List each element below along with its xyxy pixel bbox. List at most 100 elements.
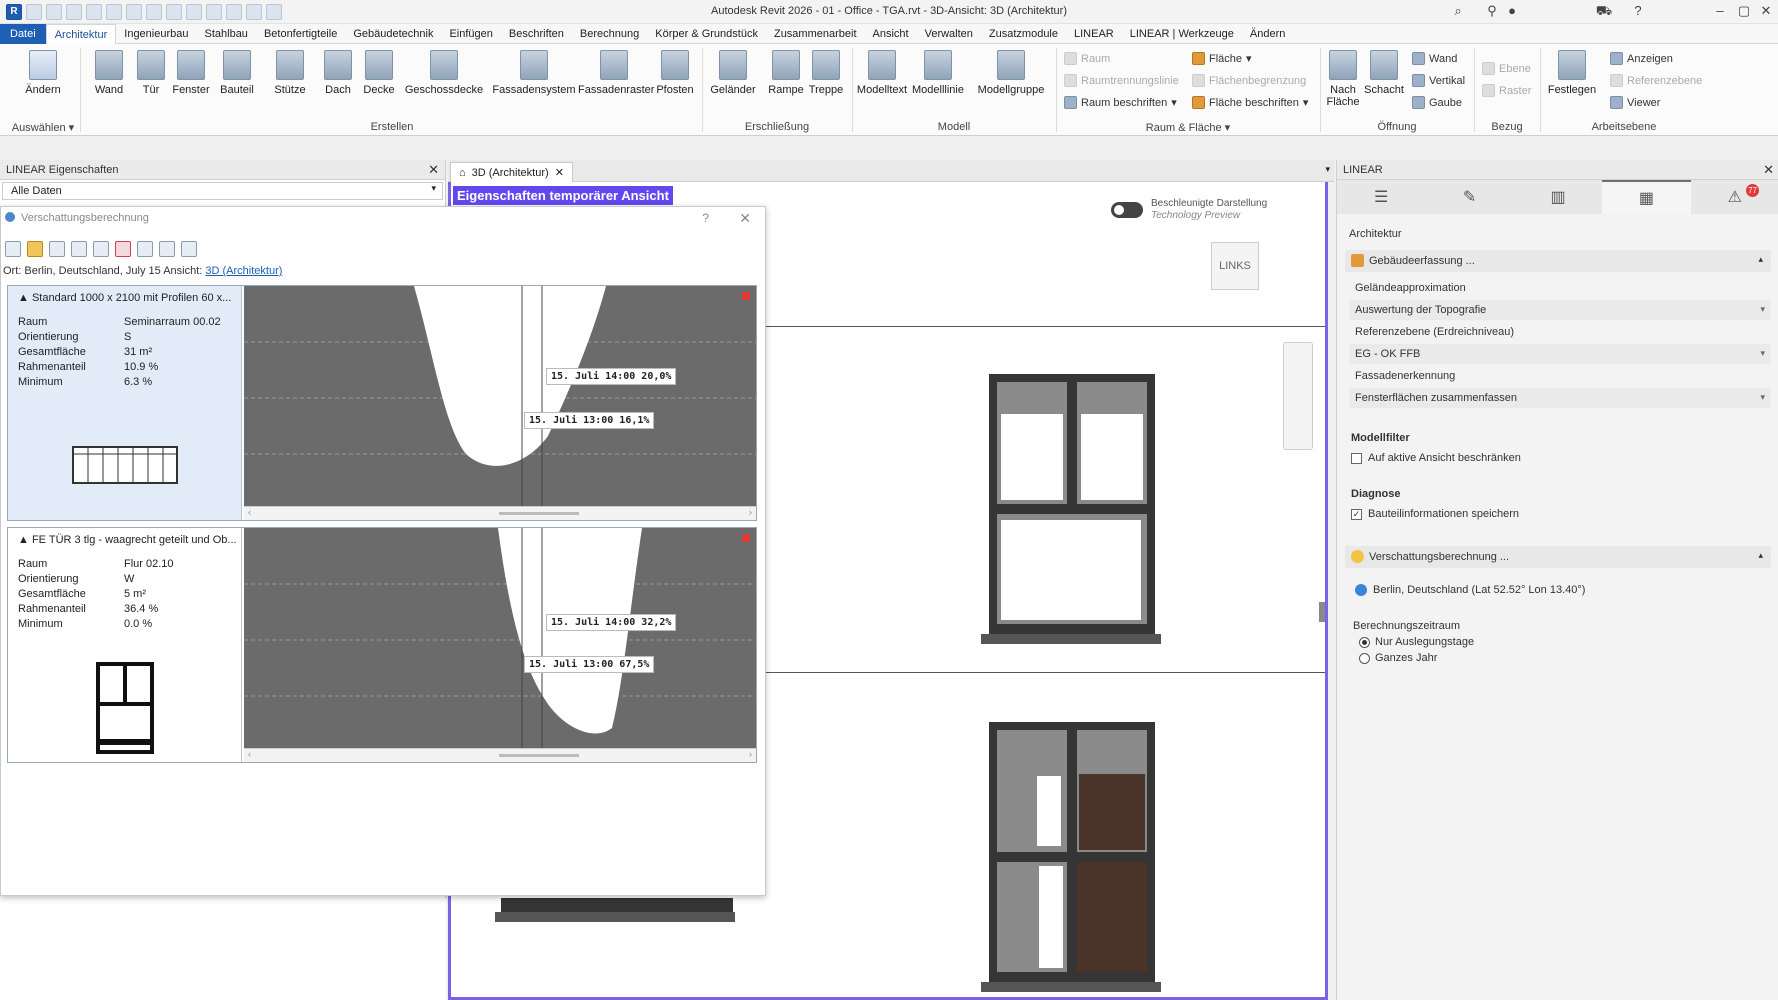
mullion-button[interactable]: Pfosten [650, 50, 700, 96]
tab-calculation[interactable]: ▦ [1602, 180, 1691, 214]
scroll-left-icon[interactable]: ‹ [248, 507, 251, 517]
settings-icon[interactable] [181, 241, 197, 257]
tab-zusatzmodule[interactable]: Zusatzmodule [981, 24, 1066, 44]
tab-zusammenarbeit[interactable]: Zusammenarbeit [766, 24, 865, 44]
curtain-grid-button[interactable]: Fassadenraster [578, 50, 654, 96]
grid-button[interactable]: Raster [1482, 84, 1531, 97]
level-select[interactable]: EG - OK FFB ▾ [1349, 344, 1771, 364]
curtain-system-button[interactable]: Fassadensystem [492, 50, 576, 96]
whole-year-radio[interactable]: Ganzes Jahr [1359, 652, 1437, 664]
vertical-scrollbar[interactable] [1319, 602, 1325, 622]
by-face-button[interactable]: Nach Fläche [1322, 50, 1364, 108]
active-view-checkbox[interactable]: Auf aktive Ansicht beschränken [1351, 452, 1521, 464]
floor-button[interactable]: Geschossdecke [404, 50, 484, 96]
view-link[interactable]: 3D (Architektur) [205, 265, 282, 277]
chart-scrollbar[interactable]: ‹ › [244, 748, 756, 762]
tab-datei[interactable]: Datei [0, 23, 46, 44]
close-icon[interactable]: ✕ [555, 166, 564, 179]
help-icon[interactable]: ? [1628, 3, 1648, 18]
set-workplane-button[interactable]: Festlegen [1544, 50, 1600, 96]
chart-scrollbar[interactable]: ‹ › [244, 506, 756, 520]
tab-betonfertigteile[interactable]: Betonfertigteile [256, 24, 345, 44]
cart-icon[interactable]: ⛟ [1594, 3, 1614, 21]
building-capture-section[interactable]: Gebäudeerfassung ... ▴ [1345, 250, 1771, 272]
table-icon[interactable] [93, 241, 109, 257]
stair-button[interactable]: Treppe [801, 50, 851, 96]
tab-menu[interactable]: ☰ [1337, 180, 1425, 214]
tab-linear-werkzeuge[interactable]: LINEAR | Werkzeuge [1122, 24, 1242, 44]
tab-stahlbau[interactable]: Stahlbau [197, 24, 256, 44]
tab-ändern[interactable]: Ändern [1242, 24, 1293, 44]
model-group-button[interactable]: Modellgruppe [972, 50, 1050, 96]
location-row[interactable]: Berlin, Deutschland (Lat 52.52° Lon 13.4… [1355, 584, 1585, 596]
design-days-radio[interactable]: Nur Auslegungstage [1359, 636, 1474, 648]
shaft-button[interactable]: Schacht [1360, 50, 1408, 96]
accelerated-display-toggle[interactable] [1111, 202, 1143, 218]
topography-select[interactable]: Auswertung der Topografie ▾ [1349, 300, 1771, 320]
tag-room-button[interactable]: Raum beschriften ▾ [1064, 96, 1177, 109]
minimize-button[interactable]: – [1710, 3, 1730, 18]
level-button[interactable]: Ebene [1482, 62, 1531, 75]
scroll-left-icon[interactable]: ‹ [248, 749, 251, 759]
remove-icon[interactable] [742, 534, 750, 542]
remove-icon[interactable] [742, 292, 750, 300]
scroll-thumb[interactable] [499, 754, 579, 757]
tag-area-button[interactable]: Fläche beschriften ▾ [1192, 96, 1308, 109]
edit-list-icon[interactable] [71, 241, 87, 257]
area-boundary-button[interactable]: Flächenbegrenzung [1192, 74, 1306, 87]
maximize-button[interactable]: ▢ [1734, 3, 1754, 19]
tab-linear[interactable]: LINEAR [1066, 24, 1122, 44]
room-separator-button[interactable]: Raumtrennungslinie [1064, 74, 1179, 87]
tab-berechnung[interactable]: Berechnung [572, 24, 647, 44]
tab-alerts[interactable]: ⚠ 77 [1691, 180, 1778, 214]
scroll-right-icon[interactable]: › [749, 507, 752, 517]
collapse-icon[interactable] [137, 241, 153, 257]
close-icon[interactable]: ✕ [428, 162, 439, 178]
data-filter-select[interactable]: Alle Daten ▾ [2, 182, 443, 200]
chevron-down-icon[interactable]: ▾ [1325, 164, 1330, 175]
ceiling-button[interactable]: Decke [354, 50, 404, 96]
ref-plane-button[interactable]: Referenzebene [1610, 74, 1702, 87]
navigation-bar[interactable] [1283, 342, 1313, 450]
tab-einfügen[interactable]: Einfügen [441, 24, 500, 44]
card-info[interactable]: ▲ FE TÜR 3 tlg - waagrecht geteilt und O… [8, 528, 242, 762]
shading-chart-1[interactable]: 15. Juli 14:00 20,0% 15. Juli 13:00 16,1… [244, 286, 756, 520]
binoculars-icon[interactable]: ⚲ [1482, 3, 1502, 19]
area-button[interactable]: Fläche ▾ [1192, 52, 1252, 65]
store-component-info-checkbox[interactable]: ✓ Bauteilinformationen speichern [1351, 508, 1519, 520]
railing-button[interactable]: Geländer [708, 50, 758, 96]
user-icon[interactable]: ● [1502, 3, 1522, 18]
tab-ansicht[interactable]: Ansicht [865, 24, 917, 44]
model-text-button[interactable]: Modelltext [854, 50, 910, 96]
room-button[interactable]: Raum [1064, 52, 1110, 65]
new-icon[interactable] [5, 241, 21, 257]
panel-select[interactable]: Auswählen ▾ [8, 121, 78, 134]
save-icon[interactable] [49, 241, 65, 257]
tab-3d-architektur[interactable]: ⌂ 3D (Architektur) ✕ [450, 162, 573, 182]
tab-körper-grundstück[interactable]: Körper & Grundstück [647, 24, 766, 44]
component-button[interactable]: Bauteil [212, 50, 262, 96]
shading-chart-2[interactable]: 15. Juli 14:00 32,2% 15. Juli 13:00 67,5… [244, 528, 756, 762]
tab-ingenieurbau[interactable]: Ingenieurbau [116, 24, 196, 44]
window-button[interactable]: Fenster [166, 50, 216, 96]
window-merge-select[interactable]: Fensterflächen zusammenfassen ▾ [1349, 388, 1771, 408]
panel-room-area[interactable]: Raum & Fläche ▾ [1058, 121, 1318, 134]
grid-view-icon[interactable] [159, 241, 175, 257]
tab-architektur[interactable]: Architektur [45, 23, 117, 44]
scroll-thumb[interactable] [499, 512, 579, 515]
close-icon[interactable]: ✕ [739, 210, 751, 227]
show-button[interactable]: Anzeigen [1610, 52, 1673, 65]
model-line-button[interactable]: Modelllinie [910, 50, 966, 96]
help-icon[interactable]: ? [702, 211, 709, 225]
viewcube[interactable]: LINKS [1211, 242, 1259, 290]
tab-edit[interactable]: ✎ [1425, 180, 1513, 214]
search-icon[interactable]: ⌕ [1448, 3, 1468, 19]
close-icon[interactable]: ✕ [1763, 162, 1774, 178]
tab-beschriften[interactable]: Beschriften [501, 24, 572, 44]
modify-button[interactable]: Ändern [18, 50, 68, 96]
viewer-button[interactable]: Viewer [1610, 96, 1660, 109]
close-window-button[interactable]: ✕ [1756, 3, 1776, 19]
tab-columns[interactable]: ▥ [1514, 180, 1602, 214]
folder-icon[interactable] [27, 241, 43, 257]
column-button[interactable]: Stütze [265, 50, 315, 96]
